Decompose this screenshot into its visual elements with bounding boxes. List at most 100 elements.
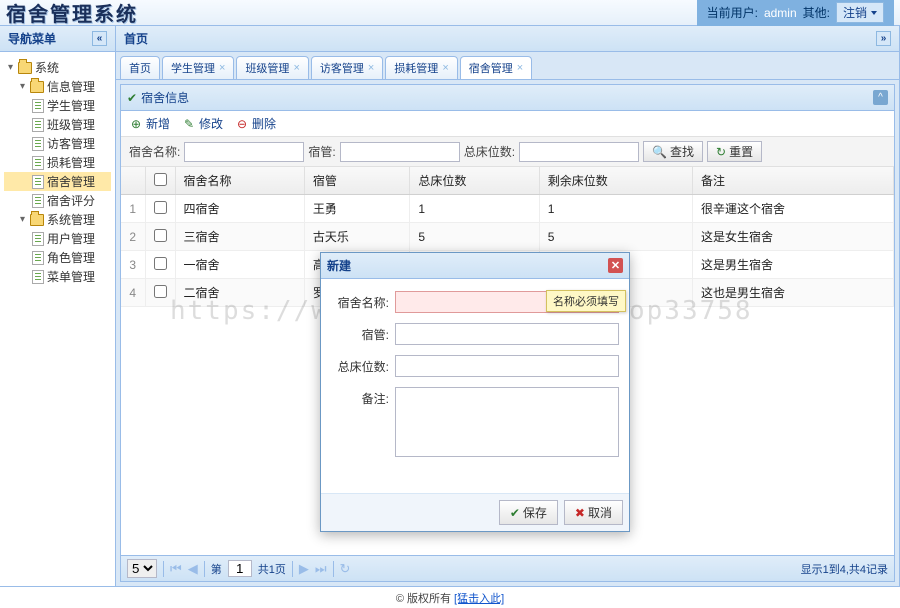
- tab-dorm[interactable]: 宿舍管理×: [460, 56, 532, 79]
- close-icon[interactable]: ×: [293, 62, 299, 74]
- page-icon: [32, 99, 44, 113]
- table-row[interactable]: 1四宿舍王勇11很辛運这个宿舍: [121, 195, 894, 223]
- expand-icon[interactable]: ▾: [18, 82, 27, 91]
- collapse-panel-icon[interactable]: ^: [873, 90, 888, 105]
- close-icon[interactable]: ×: [368, 62, 374, 74]
- check-icon: ✔: [127, 91, 137, 105]
- refresh-icon[interactable]: ↻: [340, 561, 351, 577]
- search-button[interactable]: 🔍查找: [643, 141, 703, 162]
- search-mgr-label: 宿管:: [308, 143, 335, 160]
- next-page-icon[interactable]: ▶: [299, 561, 309, 577]
- tree-root[interactable]: ▾系统: [4, 58, 111, 77]
- folder-open-icon: [18, 62, 32, 74]
- search-mgr-input[interactable]: [340, 142, 460, 162]
- nav-class[interactable]: 班级管理: [4, 115, 111, 134]
- page-icon: [32, 194, 44, 208]
- page-icon: [32, 118, 44, 132]
- prev-page-icon[interactable]: ◀: [188, 561, 198, 577]
- nav-role[interactable]: 角色管理: [4, 248, 111, 267]
- other-label: 其他:: [803, 4, 830, 21]
- row-checkbox[interactable]: [154, 201, 167, 214]
- footer: © 版权所有 [猛击入此]: [0, 586, 900, 608]
- dialog-title-bar[interactable]: 新建 ✕: [321, 253, 629, 279]
- search-beds-input[interactable]: [519, 142, 639, 162]
- dorm-beds-input[interactable]: [395, 355, 619, 377]
- cross-icon: ✖: [575, 506, 585, 520]
- page-icon: [32, 270, 44, 284]
- reset-button[interactable]: ↻重置: [707, 141, 762, 162]
- main-collapse-icon[interactable]: »: [876, 31, 891, 46]
- last-page-icon[interactable]: ⏭: [315, 561, 327, 577]
- search-name-input[interactable]: [184, 142, 304, 162]
- search-beds-label: 总床位数:: [464, 143, 515, 160]
- nav-visitor[interactable]: 访客管理: [4, 134, 111, 153]
- form-row-mgr: 宿管:: [331, 323, 619, 345]
- row-checkbox[interactable]: [154, 285, 167, 298]
- logout-button[interactable]: 注销: [836, 2, 884, 23]
- grid-header-row: 宿舍名称 宿管 总床位数 剩余床位数 备注: [121, 167, 894, 195]
- nav-score[interactable]: 宿舍评分: [4, 191, 111, 210]
- expand-icon[interactable]: ▾: [18, 215, 27, 224]
- pager: 5 ⏮ ◀ 第 共1页 ▶ ⏭ ↻ 显示1到4,共4记录: [121, 555, 894, 581]
- nav-loss[interactable]: 损耗管理: [4, 153, 111, 172]
- select-all-checkbox[interactable]: [154, 173, 167, 186]
- search-icon: 🔍: [652, 145, 667, 159]
- add-button[interactable]: ⊕新增: [129, 115, 170, 132]
- pencil-icon: ✎: [182, 117, 196, 131]
- search-bar: 宿舍名称: 宿管: 总床位数: 🔍查找 ↻重置: [121, 137, 894, 167]
- current-user-label: 当前用户:: [707, 4, 758, 21]
- delete-button[interactable]: ⊖删除: [235, 115, 276, 132]
- sidebar: 导航菜单 « ▾系统 ▾信息管理 学生管理 班级管理 访客管理 损耗管理 宿舍管…: [0, 26, 116, 586]
- save-button[interactable]: ✔保存: [499, 500, 558, 525]
- form-row-note: 备注:: [331, 387, 619, 457]
- page-icon: [32, 232, 44, 246]
- cancel-button[interactable]: ✖取消: [564, 500, 623, 525]
- tab-home[interactable]: 首页: [120, 56, 160, 79]
- tab-visitor[interactable]: 访客管理×: [311, 56, 383, 79]
- first-page-icon[interactable]: ⏮: [170, 561, 182, 577]
- tab-class[interactable]: 班级管理×: [236, 56, 308, 79]
- page-input[interactable]: [228, 560, 252, 577]
- info-panel-header: ✔宿舍信息 ^: [121, 85, 894, 111]
- close-icon[interactable]: ×: [219, 62, 225, 74]
- tab-loss[interactable]: 损耗管理×: [385, 56, 457, 79]
- validation-tooltip: 名称必须填写: [546, 290, 626, 312]
- app-title: 宿舍管理系统: [6, 0, 697, 27]
- folder-open-icon: [30, 214, 44, 226]
- tab-student[interactable]: 学生管理×: [162, 56, 234, 79]
- current-user: admin: [764, 6, 797, 20]
- sidebar-header: 导航菜单 «: [0, 26, 115, 52]
- form-row-beds: 总床位数:: [331, 355, 619, 377]
- table-row[interactable]: 2三宿舍古天乐55这是女生宿舍: [121, 223, 894, 251]
- folder-open-icon: [30, 81, 44, 93]
- sidebar-collapse-icon[interactable]: «: [92, 31, 107, 46]
- page-icon: [32, 251, 44, 265]
- row-checkbox[interactable]: [154, 257, 167, 270]
- row-checkbox[interactable]: [154, 229, 167, 242]
- plus-icon: ⊕: [129, 117, 143, 131]
- page-icon: [32, 156, 44, 170]
- dorm-note-textarea[interactable]: [395, 387, 619, 457]
- dialog-close-icon[interactable]: ✕: [608, 258, 623, 273]
- check-icon: ✔: [510, 506, 520, 520]
- page-size-select[interactable]: 5: [127, 559, 157, 578]
- nav-student[interactable]: 学生管理: [4, 96, 111, 115]
- nav-dorm[interactable]: 宿舍管理: [4, 172, 111, 191]
- edit-button[interactable]: ✎修改: [182, 115, 223, 132]
- main-header: 首页 »: [116, 26, 899, 52]
- close-icon[interactable]: ×: [517, 62, 523, 74]
- footer-link[interactable]: [猛击入此]: [454, 593, 504, 605]
- pager-info: 显示1到4,共4记录: [801, 561, 888, 577]
- tree-group-sys[interactable]: ▾系统管理: [4, 210, 111, 229]
- nav-user[interactable]: 用户管理: [4, 229, 111, 248]
- dorm-mgr-input[interactable]: [395, 323, 619, 345]
- user-info: 当前用户: admin 其他: 注销: [697, 0, 894, 26]
- page-icon: [32, 137, 44, 151]
- close-icon[interactable]: ×: [442, 62, 448, 74]
- nav-tree: ▾系统 ▾信息管理 学生管理 班级管理 访客管理 损耗管理 宿舍管理 宿舍评分 …: [0, 52, 115, 292]
- page-icon: [32, 175, 44, 189]
- nav-menu[interactable]: 菜单管理: [4, 267, 111, 286]
- tree-group-info[interactable]: ▾信息管理: [4, 77, 111, 96]
- minus-icon: ⊖: [235, 117, 249, 131]
- expand-icon[interactable]: ▾: [6, 63, 15, 72]
